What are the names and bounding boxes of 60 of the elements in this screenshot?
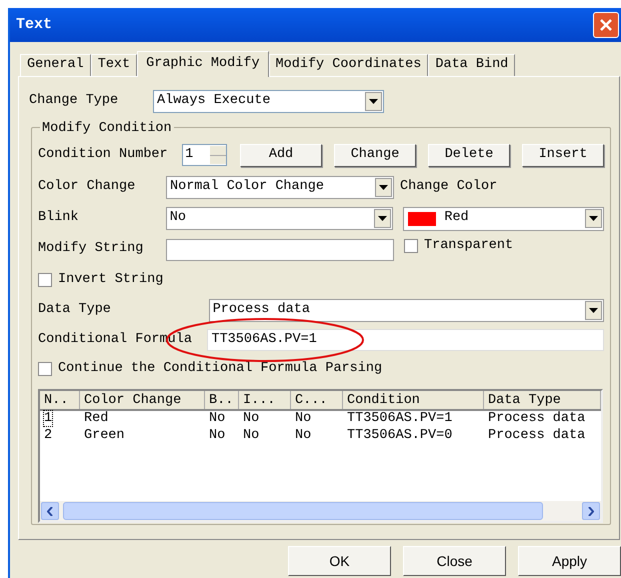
field-label: Condition Number: [38, 146, 169, 164]
blink-dropdown[interactable]: No: [166, 207, 394, 230]
close-icon: [599, 18, 613, 32]
button[interactable]: OK: [288, 546, 391, 576]
column-header[interactable]: Condition: [343, 391, 484, 409]
window-title: Text: [15, 14, 52, 35]
table-cell: 1: [44, 411, 52, 426]
color-change-dropdown[interactable]: Normal Color Change: [166, 176, 394, 199]
color-name: Red: [444, 209, 469, 228]
column-header[interactable]: Data Type: [484, 391, 601, 409]
field-label: Color Change: [38, 178, 136, 196]
scroll-left-icon: [41, 502, 59, 520]
button[interactable]: Insert: [522, 144, 604, 166]
field-label: Modify String: [38, 240, 144, 258]
table-cell: No: [209, 428, 226, 444]
button[interactable]: Change: [334, 144, 416, 166]
table-cell: Green: [84, 428, 125, 444]
field-label: Blink: [38, 209, 80, 228]
table-cell: Red: [84, 411, 108, 426]
checkbox-label: Transparent: [424, 237, 514, 255]
checkbox[interactable]: [38, 273, 52, 287]
checkbox[interactable]: [404, 239, 418, 254]
data-type-dropdown[interactable]: Process data: [208, 298, 604, 322]
column-header[interactable]: I...: [239, 391, 291, 409]
horizontal-scrollbar[interactable]: [40, 501, 601, 521]
button[interactable]: Add: [240, 144, 322, 166]
tab[interactable]: Graphic Modify: [137, 51, 269, 77]
checkbox-label: Invert String: [58, 270, 164, 289]
table-cell: TT3506AS.PV=1: [347, 411, 452, 426]
table-cell: No: [243, 411, 260, 426]
table-cell: No: [209, 411, 226, 426]
field-label: Change Color: [400, 178, 498, 196]
button[interactable]: Delete: [428, 144, 510, 166]
field-label: Change Type: [29, 92, 120, 110]
table-cell: No: [295, 428, 312, 444]
condition-number-spinner[interactable]: 1: [182, 144, 227, 166]
condition-list[interactable]: N.. Color Change B.. I... C... Condition Data Type 1 Red No No No TT3506AS.PV=1 Process data 2 Green No No No TT3506AS.PV=0 Process data: [38, 389, 603, 523]
column-header[interactable]: N..: [40, 391, 80, 409]
change-type-dropdown[interactable]: Always Execute: [153, 90, 384, 112]
modify-string-field[interactable]: [166, 238, 394, 260]
table-cell: No: [295, 411, 312, 426]
table-cell: No: [243, 428, 260, 444]
conditional-formula-field[interactable]: TT3506AS.PV=1: [207, 329, 604, 351]
checkbox[interactable]: [38, 362, 52, 376]
button[interactable]: Apply: [518, 546, 621, 576]
scroll-thumb[interactable]: [63, 502, 543, 520]
column-header[interactable]: B..: [205, 391, 239, 409]
column-header[interactable]: C...: [291, 391, 343, 409]
button[interactable]: Close: [403, 546, 506, 576]
table-cell: Process data: [488, 428, 586, 444]
table-cell: 2: [44, 428, 52, 444]
spinner-arrows-icon: [210, 146, 226, 164]
column-header[interactable]: Color Change: [80, 391, 205, 409]
field-label: Data Type: [38, 300, 112, 319]
scroll-right-icon: [582, 502, 600, 520]
table-cell: Process data: [488, 411, 586, 426]
checkbox-label: Continue the Conditional Formula Parsing: [58, 360, 382, 378]
color-dropdown[interactable]: Red: [403, 206, 604, 230]
table-cell: TT3506AS.PV=0: [347, 428, 452, 444]
close-button[interactable]: [593, 12, 619, 38]
